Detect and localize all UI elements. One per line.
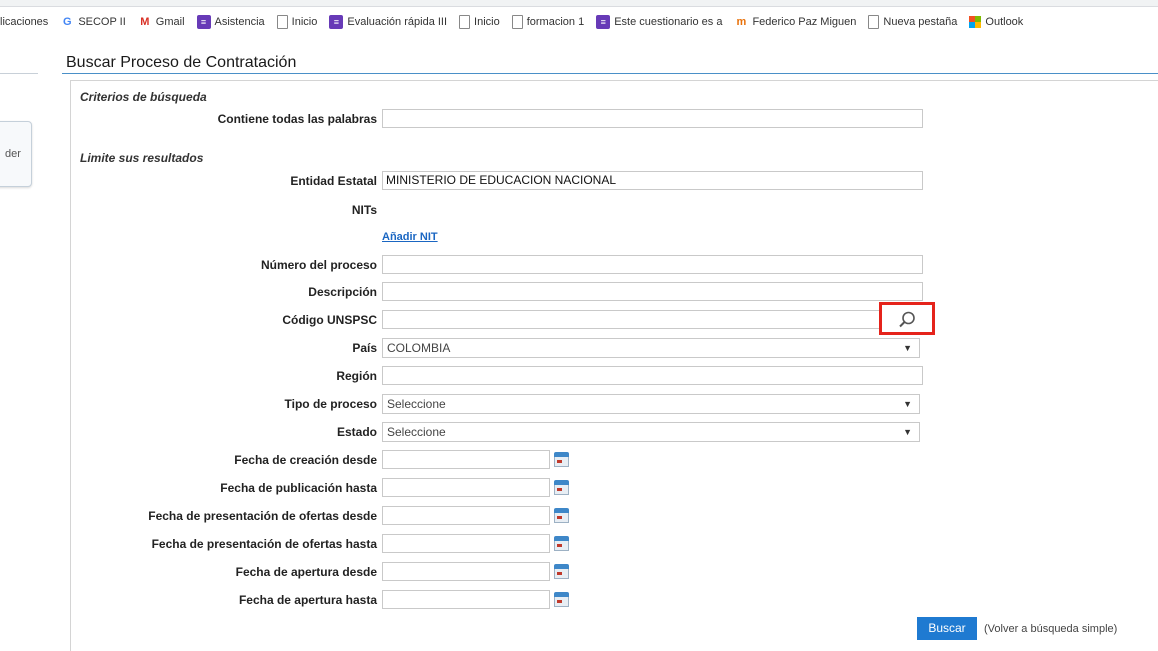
bookmark-label: Evaluación rápida III: [347, 16, 448, 28]
bookmark-nueva-pestana[interactable]: Nueva pestaña: [868, 15, 957, 29]
offers-to-input[interactable]: [382, 534, 550, 553]
description-input[interactable]: [382, 282, 923, 301]
forms-icon: ≡: [329, 15, 344, 29]
page-icon: [459, 15, 471, 29]
description-label: Descripción: [308, 285, 377, 299]
bookmark-label: Este cuestionario es a: [614, 16, 723, 28]
bookmark-evaluacion[interactable]: ≡ Evaluación rápida III: [329, 15, 447, 29]
dropdown-arrow-icon: ▼: [903, 399, 912, 409]
gmail-icon: M: [140, 16, 150, 28]
opening-to-input[interactable]: [382, 590, 550, 609]
bookmark-label: licaciones: [0, 16, 49, 28]
bookmark-label: Nueva pestaña: [883, 16, 958, 28]
nits-label: NITs: [351, 203, 377, 217]
bookmark-label: SECOP II: [78, 16, 126, 28]
page-title: Buscar Proceso de Contratación: [66, 54, 297, 71]
bookmark-label: Asistencia: [214, 16, 265, 28]
process-number-label: Número del proceso: [260, 258, 377, 272]
fm-icon: m: [736, 16, 747, 28]
bookmark-inicio[interactable]: Inicio: [276, 15, 318, 29]
offers-from-label: Fecha de presentación de ofertas desde: [148, 509, 377, 523]
calendar-icon[interactable]: [554, 452, 569, 467]
page-icon: [276, 15, 288, 29]
bookmark-label: Inicio: [474, 16, 500, 28]
search-button[interactable]: Buscar: [917, 617, 977, 640]
unspsc-label: Código UNSPSC: [282, 313, 377, 327]
opening-from-label: Fecha de apertura desde: [235, 565, 377, 579]
publication-to-label: Fecha de publicación hasta: [220, 481, 377, 495]
limit-section-heading: Limite sus resultados: [80, 151, 204, 165]
status-label: Estado: [336, 425, 377, 439]
status-select-value: Seleccione: [387, 425, 446, 439]
all-words-input[interactable]: [382, 109, 923, 128]
add-nit-link[interactable]: Añadir NIT: [382, 231, 438, 243]
process-type-select-value: Seleccione: [387, 397, 446, 411]
status-select[interactable]: Seleccione ▼: [382, 422, 920, 442]
page-icon: [868, 15, 880, 29]
bookmark-gmail[interactable]: M Gmail: [138, 15, 185, 29]
bookmark-label: Gmail: [155, 16, 185, 28]
bookmarks-bar: licaciones G SECOP II M Gmail ≡ Asistencia …: [0, 7, 1158, 37]
bookmark-inicio-2[interactable]: Inicio: [459, 15, 500, 29]
bookmark-aplicaciones[interactable]: licaciones: [0, 16, 48, 28]
region-input[interactable]: [382, 366, 923, 385]
calendar-icon[interactable]: [554, 480, 569, 495]
country-select[interactable]: COLOMBIA ▼: [382, 338, 920, 358]
process-number-input[interactable]: [382, 255, 923, 274]
bookmark-label: formacion 1: [526, 16, 585, 28]
entity-label: Entidad Estatal: [290, 174, 377, 188]
page-icon: [511, 15, 523, 29]
forms-icon: ≡: [596, 15, 611, 29]
calendar-icon[interactable]: [554, 536, 569, 551]
all-words-label: Contiene todas las palabras: [217, 112, 377, 126]
dropdown-arrow-icon: ▼: [903, 343, 912, 353]
process-type-select[interactable]: Seleccione ▼: [382, 394, 920, 414]
divider: [0, 73, 38, 74]
title-divider: [62, 73, 1158, 74]
side-button-label: der: [5, 148, 21, 160]
bookmark-label: Outlook: [985, 16, 1024, 28]
calendar-icon[interactable]: [554, 508, 569, 523]
forms-icon: ≡: [196, 15, 211, 29]
opening-to-label: Fecha de apertura hasta: [238, 593, 377, 607]
bookmark-formacion[interactable]: formacion 1: [511, 15, 585, 29]
entity-input[interactable]: MINISTERIO DE EDUCACION NACIONAL: [382, 171, 923, 190]
publication-to-input[interactable]: [382, 478, 550, 497]
magnifier-icon: [899, 311, 915, 328]
unspsc-input[interactable]: [382, 310, 881, 329]
creation-from-input[interactable]: [382, 450, 550, 469]
search-form-panel: Criterios de búsqueda Contiene todas las…: [70, 80, 1158, 651]
calendar-icon[interactable]: [554, 592, 569, 607]
country-label: País: [352, 341, 377, 355]
criteria-section-heading: Criterios de búsqueda: [80, 90, 207, 104]
bookmark-asistencia[interactable]: ≡ Asistencia: [196, 15, 265, 29]
google-icon: G: [63, 16, 72, 28]
creation-from-label: Fecha de creación desde: [234, 453, 377, 467]
address-bar-strip: [0, 0, 1158, 7]
bookmark-cuestionario[interactable]: ≡ Este cuestionario es a: [596, 15, 722, 29]
offers-to-label: Fecha de presentación de ofertas hasta: [151, 537, 377, 551]
unspsc-search-button[interactable]: [879, 302, 935, 335]
process-type-label: Tipo de proceso: [284, 397, 377, 411]
offers-from-input[interactable]: [382, 506, 550, 525]
region-label: Región: [336, 369, 377, 383]
dropdown-arrow-icon: ▼: [903, 427, 912, 437]
calendar-icon[interactable]: [554, 564, 569, 579]
microsoft-icon: [969, 16, 982, 28]
bookmark-label: Federico Paz Miguen: [752, 16, 857, 28]
back-to-simple-search-link[interactable]: (Volver a búsqueda simple): [984, 623, 1117, 635]
bookmark-federico[interactable]: m Federico Paz Miguen: [734, 15, 857, 29]
side-panel-button[interactable]: der: [0, 121, 32, 187]
country-select-value: COLOMBIA: [387, 341, 451, 355]
opening-from-input[interactable]: [382, 562, 550, 581]
bookmark-secop[interactable]: G SECOP II: [60, 15, 126, 29]
bookmark-label: Inicio: [291, 16, 318, 28]
bookmark-outlook[interactable]: Outlook: [969, 16, 1023, 28]
